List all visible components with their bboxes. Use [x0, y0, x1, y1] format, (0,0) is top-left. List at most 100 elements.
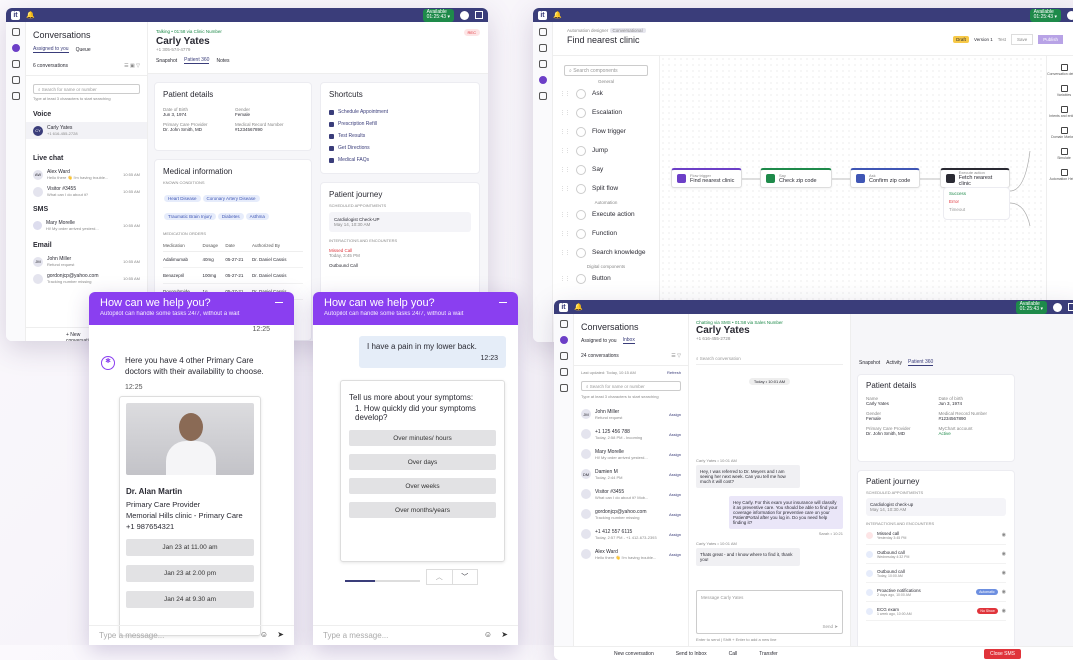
- journey-event[interactable]: Missed call Yesterday 3:45 PM ◉: [866, 526, 1006, 545]
- close-sms-button[interactable]: Close SMS: [983, 648, 1021, 659]
- time-slot-button[interactable]: Jan 23 at 11.00 am: [126, 539, 254, 556]
- flow-node[interactable]: Say Check zip code: [760, 168, 832, 188]
- assign-button[interactable]: Assign: [669, 432, 681, 437]
- journey-event[interactable]: Outbound call Wednesday 4:32 PM ◉: [866, 545, 1006, 564]
- search-conversation-input[interactable]: ⌕ Search conversation: [696, 356, 843, 365]
- list-item[interactable]: Alex Ward Hello there 👋 I'm having troubl…: [574, 544, 688, 564]
- emoji-icon[interactable]: ☺: [484, 630, 492, 639]
- shortcut-link[interactable]: Test Results: [329, 130, 471, 142]
- component-item[interactable]: ⋮⋮ Escalation: [553, 103, 659, 122]
- version-select[interactable]: Version 1: [974, 37, 993, 42]
- inbox-icon[interactable]: [538, 60, 547, 68]
- tab-inbox[interactable]: Inbox: [622, 337, 635, 344]
- side-tool[interactable]: Simulate: [1047, 148, 1073, 160]
- appointment-item[interactable]: Cardiologist Check-UP May 14, 10:30 AM: [329, 212, 471, 232]
- list-item[interactable]: DM Damien M Today, 2:44 PM Assign: [574, 464, 688, 484]
- status-badge[interactable]: Available 01:25:43 ▾: [422, 8, 454, 22]
- live-chat-item[interactable]: Visitor #3455 What can I do about it? 10:5…: [26, 183, 147, 200]
- component-item[interactable]: ⋮⋮ Jump: [553, 141, 659, 160]
- apps-grid-icon[interactable]: [475, 11, 483, 19]
- transfer-button[interactable]: Transfer: [759, 651, 777, 657]
- eye-icon[interactable]: ◉: [1002, 532, 1006, 538]
- conversations-icon[interactable]: [11, 44, 20, 52]
- drag-handle-icon[interactable]: ⋮⋮: [560, 186, 570, 192]
- test-button[interactable]: Test: [998, 37, 1006, 42]
- chevron-up-icon[interactable]: ︿: [427, 570, 452, 584]
- call-button[interactable]: Call: [729, 651, 738, 657]
- drag-handle-icon[interactable]: ⋮⋮: [560, 129, 570, 135]
- tasks-icon[interactable]: [559, 352, 568, 360]
- home-icon[interactable]: [559, 320, 568, 328]
- eye-icon[interactable]: ◉: [1002, 589, 1006, 595]
- symptom-choice-button[interactable]: Over days: [349, 454, 496, 470]
- component-item[interactable]: ⋮⋮ Flow trigger: [553, 122, 659, 141]
- missed-call-item[interactable]: Missed Call Today, 3:45 PM: [329, 248, 471, 258]
- side-tool[interactable]: Conversation defaults: [1047, 64, 1073, 76]
- tab-activity[interactable]: Activity: [886, 360, 902, 366]
- list-item[interactable]: +1 412 557 6115 Today, 2:57 PM - +1 412-6…: [574, 524, 688, 544]
- component-search-input[interactable]: ⌕ Search components: [564, 65, 648, 76]
- shortcut-link[interactable]: Medical FAQs: [329, 154, 471, 166]
- component-item[interactable]: ⋮⋮ Search knowledge: [553, 243, 659, 262]
- live-chat-item[interactable]: AW Alex Ward Hello there 👋 I'm having trou…: [26, 166, 147, 183]
- drag-handle-icon[interactable]: ⋮⋮: [560, 231, 570, 237]
- home-icon[interactable]: [11, 28, 20, 36]
- list-item[interactable]: Mary Morelle Hi! My order arrived yesterd…: [574, 444, 688, 464]
- journey-event[interactable]: Proactive notifications 2 days ago, 10:00…: [866, 583, 1006, 602]
- voice-item[interactable]: CY Carly Yates +1 616-455-2728: [26, 122, 147, 139]
- tab-notes[interactable]: Notes: [216, 58, 229, 64]
- status-badge[interactable]: Available 01:25:43 ▾: [1015, 300, 1047, 314]
- list-item[interactable]: JM John Miller Refund request Assign: [574, 404, 688, 424]
- symptom-choice-button[interactable]: Over months/years: [349, 502, 496, 518]
- automation-icon[interactable]: [538, 76, 547, 84]
- outcome-error[interactable]: Error: [949, 199, 1004, 204]
- assign-button[interactable]: Assign: [669, 492, 681, 497]
- apps-grid-icon[interactable]: [1068, 303, 1073, 311]
- email-item[interactable]: gordonjcp@yahoo.com Tracking number missi…: [26, 270, 147, 287]
- component-item[interactable]: ⋮⋮ Execute action: [553, 205, 659, 224]
- eye-icon[interactable]: ◉: [1002, 551, 1006, 557]
- conversations-icon[interactable]: [559, 336, 568, 344]
- outcome-timeout[interactable]: Timeout: [949, 207, 1004, 212]
- settings-icon[interactable]: [11, 92, 20, 100]
- bell-icon[interactable]: 🔔: [574, 303, 583, 311]
- list-item[interactable]: +1 125 456 788 Today, 2:58 PM - Incoming A…: [574, 424, 688, 444]
- tasks-icon[interactable]: [11, 60, 20, 68]
- component-item[interactable]: ⋮⋮ Split flow: [553, 179, 659, 198]
- flow-node[interactable]: Flow trigger Find nearest clinic: [671, 168, 742, 188]
- send-icon[interactable]: ➤: [501, 630, 508, 639]
- side-tool[interactable]: Variables: [1047, 85, 1073, 97]
- drag-handle-icon[interactable]: ⋮⋮: [560, 250, 570, 256]
- drag-handle-icon[interactable]: ⋮⋮: [560, 91, 570, 97]
- side-tool[interactable]: Intents and entities: [1047, 106, 1073, 118]
- refresh-button[interactable]: Refresh: [667, 370, 681, 375]
- bell-icon[interactable]: 🔔: [26, 11, 35, 19]
- drag-handle-icon[interactable]: ⋮⋮: [560, 167, 570, 173]
- breadcrumb[interactable]: Automation designer: [567, 28, 608, 33]
- journey-event[interactable]: Outbound call Today, 10:00 AM ◉: [866, 564, 1006, 583]
- symptom-choice-button[interactable]: Over weeks: [349, 478, 496, 494]
- chevron-down-icon[interactable]: ﹀: [451, 570, 478, 584]
- message-input[interactable]: Type a message... ☺ ➤: [89, 625, 294, 645]
- tab-snapshot[interactable]: Snapshot: [859, 360, 880, 366]
- eye-icon[interactable]: ◉: [1002, 570, 1006, 576]
- time-slot-button[interactable]: Jan 23 at 2.00 pm: [126, 565, 254, 582]
- tab-assigned[interactable]: Assigned to you: [33, 46, 69, 53]
- send-button[interactable]: Send ➤: [822, 624, 838, 630]
- filter-icon[interactable]: ☰ ▣ ▽: [124, 63, 140, 69]
- drag-handle-icon[interactable]: ⋮⋮: [560, 276, 570, 282]
- minimize-icon[interactable]: [275, 302, 283, 303]
- filter-icon[interactable]: ☰ ▽: [671, 353, 681, 359]
- tab-patient-360[interactable]: Patient 360: [907, 359, 934, 366]
- component-item[interactable]: ⋮⋮ Function: [553, 224, 659, 243]
- side-tool[interactable]: Domain Markers: [1047, 127, 1073, 139]
- drag-handle-icon[interactable]: ⋮⋮: [560, 148, 570, 154]
- flows-icon[interactable]: [538, 44, 547, 52]
- tab-patient-360[interactable]: Patient 360: [184, 57, 210, 64]
- avatar[interactable]: [1053, 302, 1062, 312]
- send-to-inbox-button[interactable]: Send to Inbox: [676, 651, 707, 657]
- message-compose-input[interactable]: Message Carly Yates Send ➤: [696, 590, 843, 634]
- drag-handle-icon[interactable]: ⋮⋮: [560, 212, 570, 218]
- avatar[interactable]: [1067, 10, 1073, 20]
- minimize-icon[interactable]: [499, 302, 507, 303]
